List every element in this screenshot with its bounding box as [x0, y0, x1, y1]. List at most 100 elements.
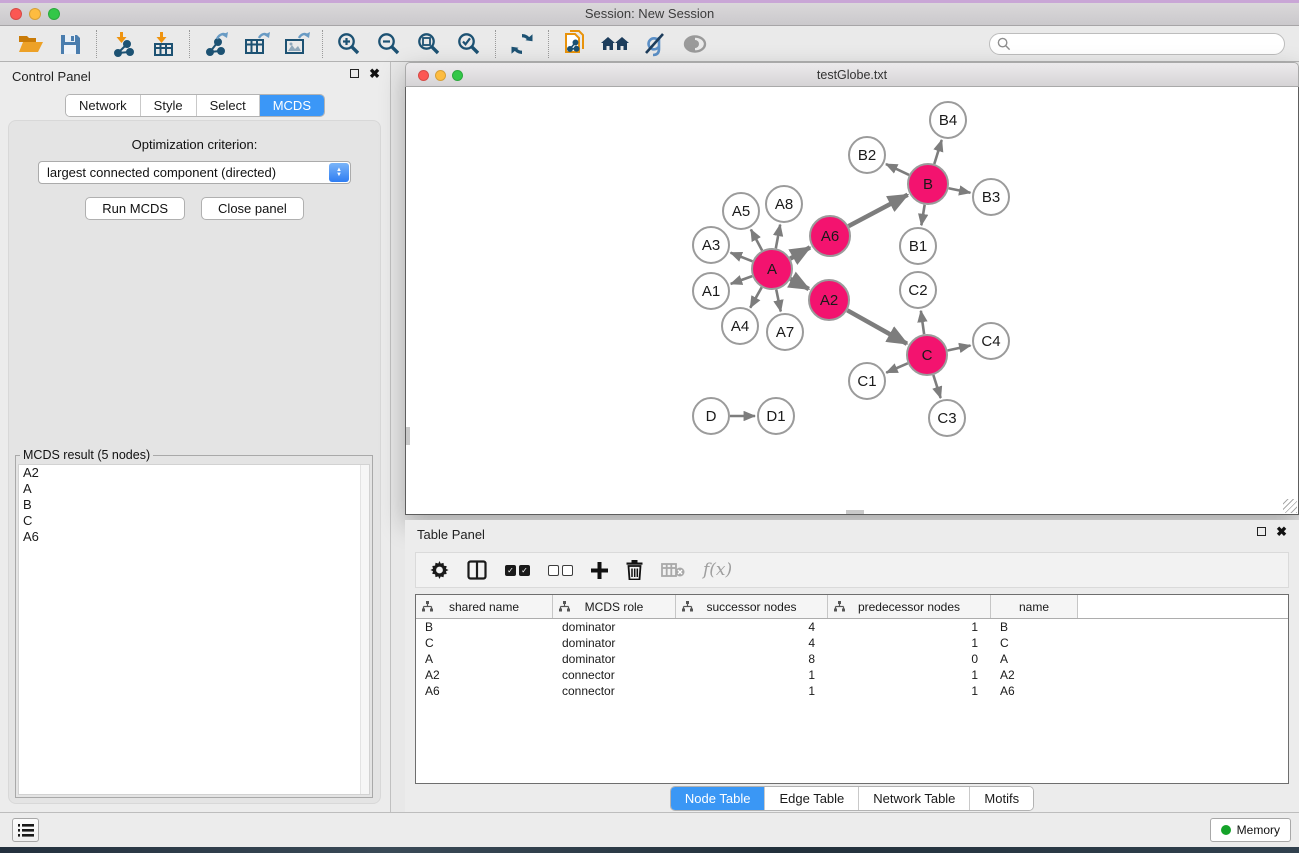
table-row[interactable]: Adominator80A: [416, 651, 1288, 667]
tab-style[interactable]: Style: [140, 95, 196, 116]
zoom-window-button[interactable]: [48, 8, 60, 20]
tab-motifs[interactable]: Motifs: [969, 787, 1033, 810]
cell-predecessor-nodes[interactable]: 1: [828, 668, 991, 682]
select-all-icon[interactable]: ✓✓: [505, 565, 530, 576]
memory-button[interactable]: Memory: [1210, 818, 1291, 842]
search-field[interactable]: [1011, 37, 1284, 51]
search-input[interactable]: [989, 33, 1285, 55]
zoom-fit-icon[interactable]: [409, 29, 449, 59]
cell-MCDS-role[interactable]: dominator: [553, 652, 676, 666]
cell-shared-name[interactable]: A6: [416, 684, 553, 698]
cell-successor-nodes[interactable]: 4: [676, 636, 828, 650]
canvas-hscroll-thumb[interactable]: [846, 510, 864, 514]
import-table-icon[interactable]: [143, 29, 183, 59]
export-table-icon[interactable]: [236, 29, 276, 59]
canvas-vscroll-thumb[interactable]: [406, 427, 410, 445]
edge-A-A2[interactable]: [790, 279, 808, 289]
column-visibility-icon[interactable]: [467, 560, 487, 580]
table-settings-gear-icon[interactable]: [430, 561, 449, 580]
result-scrollbar[interactable]: [360, 465, 369, 794]
result-item[interactable]: B: [19, 497, 369, 513]
cell-predecessor-nodes[interactable]: 0: [828, 652, 991, 666]
refresh-view-icon[interactable]: [502, 29, 542, 59]
home-view-icon[interactable]: [595, 29, 635, 59]
delete-column-trash-icon[interactable]: [626, 560, 643, 580]
cell-predecessor-nodes[interactable]: 1: [828, 620, 991, 634]
criterion-dropdown[interactable]: largest connected component (directed) ▲…: [38, 161, 351, 184]
cell-predecessor-nodes[interactable]: 1: [828, 636, 991, 650]
zoom-out-icon[interactable]: [369, 29, 409, 59]
table-row[interactable]: Bdominator41B: [416, 619, 1288, 635]
network-window-titlebar[interactable]: testGlobe.txt: [405, 62, 1299, 87]
cell-shared-name[interactable]: A: [416, 652, 553, 666]
cell-MCDS-role[interactable]: connector: [553, 668, 676, 682]
run-mcds-button[interactable]: Run MCDS: [85, 197, 185, 220]
close-panel-icon[interactable]: ✖: [369, 69, 380, 78]
column-header-shared-name[interactable]: shared name: [416, 595, 553, 618]
edge-A-A1[interactable]: [731, 276, 752, 284]
edge-A-A8[interactable]: [776, 225, 780, 249]
tab-mcds[interactable]: MCDS: [259, 95, 324, 116]
cell-name[interactable]: B: [991, 620, 1078, 634]
edge-A6-B[interactable]: [849, 195, 908, 226]
cell-successor-nodes[interactable]: 1: [676, 668, 828, 682]
cell-shared-name[interactable]: A2: [416, 668, 553, 682]
network-canvas[interactable]: B4B2BB3A5A8A6A3AB1A1C2A2A4A7C4CC1DD1C3: [405, 87, 1299, 515]
table-row[interactable]: A2connector11A2: [416, 667, 1288, 683]
tab-node-table[interactable]: Node Table: [671, 787, 765, 810]
show-hide-panel-icon[interactable]: [675, 29, 715, 59]
edge-C-C3[interactable]: [933, 375, 940, 398]
cell-successor-nodes[interactable]: 1: [676, 684, 828, 698]
cell-shared-name[interactable]: C: [416, 636, 553, 650]
edge-A-A5[interactable]: [751, 230, 762, 251]
close-panel-button[interactable]: Close panel: [201, 197, 304, 220]
cell-shared-name[interactable]: B: [416, 620, 553, 634]
float-panel-icon[interactable]: [350, 69, 359, 78]
toggle-graphics-details-icon[interactable]: [635, 29, 675, 59]
cell-MCDS-role[interactable]: dominator: [553, 620, 676, 634]
tab-edge-table[interactable]: Edge Table: [764, 787, 858, 810]
task-history-button[interactable]: [12, 818, 39, 842]
cell-name[interactable]: A6: [991, 684, 1078, 698]
edge-B-B4[interactable]: [934, 140, 941, 164]
export-network-icon[interactable]: [196, 29, 236, 59]
column-header-MCDS-role[interactable]: MCDS role: [553, 595, 676, 618]
save-session-icon[interactable]: [50, 29, 90, 59]
net-close-button[interactable]: [418, 70, 429, 81]
close-table-panel-icon[interactable]: ✖: [1276, 527, 1287, 536]
edge-A-A4[interactable]: [750, 287, 761, 307]
edge-C-C4[interactable]: [948, 345, 971, 350]
open-file-icon[interactable]: [10, 29, 50, 59]
cell-successor-nodes[interactable]: 8: [676, 652, 828, 666]
edge-B-B1[interactable]: [921, 205, 924, 226]
edge-C-C2[interactable]: [921, 311, 924, 334]
cell-predecessor-nodes[interactable]: 1: [828, 684, 991, 698]
cell-MCDS-role[interactable]: connector: [553, 684, 676, 698]
column-header-successor-nodes[interactable]: successor nodes: [676, 595, 828, 618]
edge-C-C1[interactable]: [886, 363, 907, 372]
edge-B-B2[interactable]: [886, 164, 909, 175]
column-header-predecessor-nodes[interactable]: predecessor nodes: [828, 595, 991, 618]
create-column-plus-icon[interactable]: [591, 562, 608, 579]
node-table[interactable]: shared nameMCDS rolesuccessor nodesprede…: [415, 594, 1289, 784]
tab-network-table[interactable]: Network Table: [858, 787, 969, 810]
resize-grip-icon[interactable]: [1283, 499, 1297, 513]
result-item[interactable]: A6: [19, 529, 369, 545]
edge-A-A6[interactable]: [790, 247, 810, 258]
network-graph[interactable]: B4B2BB3A5A8A6A3AB1A1C2A2A4A7C4CC1DD1C3: [406, 87, 1298, 513]
zoom-in-icon[interactable]: [329, 29, 369, 59]
table-row[interactable]: Cdominator41C: [416, 635, 1288, 651]
result-item[interactable]: A: [19, 481, 369, 497]
tab-network[interactable]: Network: [66, 95, 140, 116]
cell-name[interactable]: C: [991, 636, 1078, 650]
tab-select[interactable]: Select: [196, 95, 259, 116]
export-image-icon[interactable]: [276, 29, 316, 59]
cell-successor-nodes[interactable]: 4: [676, 620, 828, 634]
net-minimize-button[interactable]: [435, 70, 446, 81]
import-network-icon[interactable]: [103, 29, 143, 59]
edge-A-A3[interactable]: [731, 253, 753, 262]
edge-A-A7[interactable]: [776, 290, 781, 312]
mcds-result-list[interactable]: A2ABCA6: [18, 464, 370, 795]
minimize-window-button[interactable]: [29, 8, 41, 20]
result-item[interactable]: C: [19, 513, 369, 529]
